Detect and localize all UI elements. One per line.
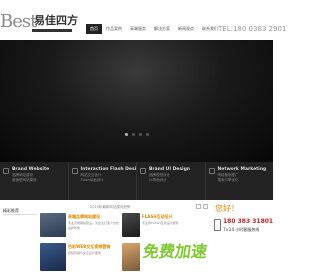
hero-banner[interactable] (0, 40, 273, 162)
nav-item-solutions[interactable]: 解决方案 (150, 24, 174, 34)
case-desc: 视频营销与交互设计服务 (68, 251, 102, 255)
nav-item-home[interactable]: 首页 (86, 24, 102, 34)
news-arrows: ‹ › (196, 204, 208, 209)
prev-arrow-icon[interactable]: ‹ (196, 204, 201, 209)
case-card[interactable]: 高端品牌网站建设 专业高端网站建设，为企业打造个性化品牌形象 (40, 213, 122, 239)
service-line: UI界面设计 (149, 178, 167, 182)
logo-underline (32, 29, 72, 32)
divider (3, 214, 37, 215)
phone-icon (214, 219, 221, 231)
case-thumbnail (40, 243, 66, 271)
nav-item-cases[interactable]: 作品案例 (102, 24, 126, 34)
service-item-brand-website[interactable]: Brand Website 品牌网站建设 营销型网站建设 (0, 162, 69, 200)
contact-greeting: 您好！ (215, 204, 239, 213)
banner-dot[interactable] (131, 133, 135, 136)
monitor-icon (3, 168, 9, 174)
case-card[interactable]: FLASH互动设计 专业的FLASH互动设计服务 (122, 213, 208, 239)
contact-hours: 7×24 小时客服热线 (223, 227, 260, 232)
case-title: FLASH互动设计 (142, 214, 173, 219)
network-icon (208, 168, 215, 174)
cursor-icon (71, 168, 78, 174)
case-thumbnail (122, 243, 140, 271)
palette-icon (140, 168, 146, 174)
contact-phone: 180 383 31801 (223, 218, 274, 225)
content-section: 精彩推荐 2019年最新网站建设趋势 ‹ › 高端品牌网站建设 专业高端网站建设… (0, 200, 273, 272)
banner-dot[interactable] (124, 133, 128, 136)
case-card[interactable]: 色彩WEB交互视频营销 视频营销与交互设计服务 (40, 243, 122, 271)
nav-item-news[interactable]: 新闻观点 (174, 24, 198, 34)
main-nav: 首页 作品案例 高端服务 解决方案 新闻观点 联系我们 (86, 24, 222, 36)
services-bar: Brand Website 品牌网站建设 营销型网站建设 Interaction… (0, 162, 273, 200)
news-ticker: 2019年最新网站建设趋势 ‹ › (58, 203, 208, 211)
case-thumbnail (40, 213, 66, 237)
service-line: Flash动画设计 (80, 178, 104, 182)
logo[interactable]: Best 易佳四方 (0, 11, 78, 34)
service-line: 搜索引擎优化 (217, 178, 239, 182)
site-header: Best 易佳四方 首页 作品案例 高端服务 解决方案 新闻观点 联系我们 TE… (0, 0, 286, 40)
header-phone: TEL:180 0383 2901 (218, 25, 287, 33)
logo-cn-text: 易佳四方 (34, 14, 78, 27)
case-desc: 专业高端网站建设，为企业打造个性化品牌形象 (68, 221, 120, 230)
service-item-ui[interactable]: Brand UI Design 品牌视觉设计 UI界面设计 (137, 162, 206, 200)
case-title: 高端品牌网站建设 (68, 214, 100, 219)
service-item-interaction[interactable]: Interaction Flash Design 网站交互设计 Flash动画设… (69, 162, 137, 200)
banner-dot[interactable] (145, 133, 149, 136)
watermark-text: 免费加速 (141, 242, 209, 261)
banner-pagination (0, 133, 273, 136)
news-headline[interactable]: 2019年最新网站建设趋势 (90, 203, 130, 211)
case-desc: 专业的FLASH互动设计服务 (142, 221, 179, 225)
service-item-marketing[interactable]: Network Marketing 网络营销推广 搜索引擎优化 (206, 162, 274, 200)
contact-panel: 您好！ 180 383 31801 7×24 小时客服热线 (208, 200, 273, 272)
service-line: 营销型网站建设 (12, 178, 37, 182)
nav-item-services[interactable]: 高端服务 (126, 24, 150, 34)
case-title: 色彩WEB交互视频营销 (68, 244, 111, 249)
banner-dot[interactable] (138, 133, 142, 136)
case-thumbnail (122, 213, 140, 237)
case-card[interactable] (122, 243, 142, 271)
logo-en-text: Best (0, 11, 37, 32)
